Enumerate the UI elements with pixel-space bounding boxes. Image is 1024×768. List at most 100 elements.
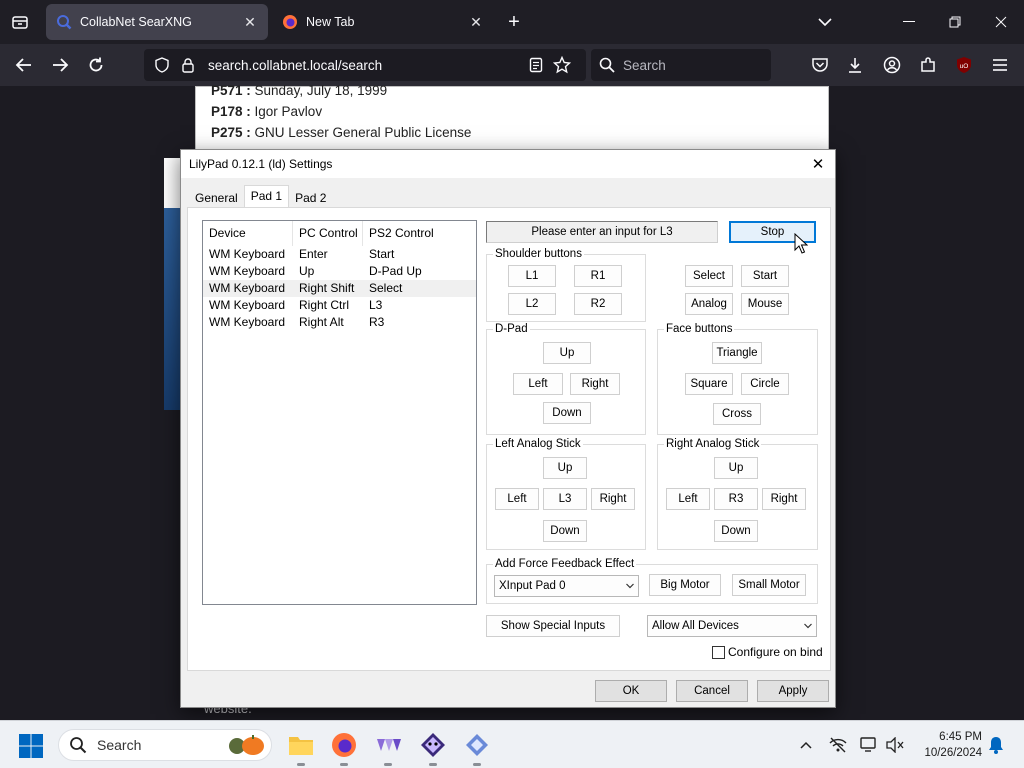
device-filter-select[interactable]: Allow All Devices [647,615,817,637]
left-stick-down-button[interactable]: Down [543,520,587,542]
mouse-button[interactable]: Mouse [741,293,789,315]
dpad-up-button[interactable]: Up [543,342,591,364]
dpad-left-button[interactable]: Left [513,373,563,395]
app-icon-blue-diamond[interactable] [462,730,492,766]
apply-button[interactable]: Apply [757,680,829,702]
firefox-icon[interactable] [329,730,359,766]
volume-muted-icon[interactable] [885,735,905,755]
small-motor-button[interactable]: Small Motor [732,574,806,596]
account-icon[interactable] [879,52,905,78]
list-item[interactable]: WM Keyboard Up D-Pad Up [203,263,476,280]
column-pc-control[interactable]: PC Control [293,221,363,246]
tab-pad-1[interactable]: Pad 1 [243,185,290,207]
r1-button[interactable]: R1 [574,265,622,287]
column-ps2-control[interactable]: PS2 Control [363,221,473,246]
cell-pc-control: Up [299,264,315,278]
show-special-inputs-button[interactable]: Show Special Inputs [486,615,620,637]
forward-arrow-icon[interactable] [47,52,73,78]
r2-button[interactable]: R2 [574,293,622,315]
cell-device: WM Keyboard [209,298,286,312]
minimize-icon[interactable] [886,0,932,44]
running-indicator [297,763,305,766]
system-clock[interactable]: 6:45 PM 10/26/2024 [912,729,982,761]
dialog-title-bar[interactable]: LilyPad 0.12.1 (ld) Settings ✕ [181,150,835,178]
pocket-icon[interactable] [807,52,833,78]
right-stick-down-button[interactable]: Down [714,520,758,542]
shield-icon[interactable] [152,55,172,75]
analog-button[interactable]: Analog [685,293,733,315]
dialog-close-icon[interactable]: ✕ [809,155,827,173]
ok-button[interactable]: OK [595,680,667,702]
column-device[interactable]: Device [203,221,293,246]
tab-general[interactable]: General [189,187,244,207]
display-icon[interactable] [859,735,879,755]
notification-bell-icon[interactable] [986,735,1006,755]
app-icon-purple[interactable] [373,730,403,766]
select-value: Allow All Devices [652,620,739,632]
new-tab-plus-icon[interactable]: + [502,10,526,34]
triangle-button[interactable]: Triangle [712,342,762,364]
bindings-list[interactable]: Device PC Control PS2 Control WM Keyboar… [202,220,477,605]
tab-pad-2[interactable]: Pad 2 [289,187,332,207]
tab-new-tab[interactable]: New Tab ✕ [272,4,494,40]
left-stick-right-button[interactable]: Right [591,488,635,510]
chevron-up-icon[interactable] [796,735,816,755]
bookmark-star-icon[interactable] [552,55,572,75]
ublock-origin-icon[interactable]: uO [951,52,977,78]
list-item[interactable]: WM Keyboard Right Ctrl L3 [203,297,476,314]
left-stick-left-button[interactable]: Left [495,488,539,510]
right-stick-right-button[interactable]: Right [762,488,806,510]
l3-button[interactable]: L3 [543,488,587,510]
cell-ps2-control: L3 [369,298,383,312]
right-stick-up-button[interactable]: Up [714,457,758,479]
network-offline-icon[interactable] [828,735,848,755]
square-button[interactable]: Square [685,373,733,395]
taskbar-search-box[interactable]: Search [58,729,272,761]
tab-close-icon[interactable]: ✕ [468,14,484,30]
url-bar[interactable]: search.collabnet.local/search [144,49,586,81]
tab-list-icon[interactable] [8,10,32,34]
svg-text:uO: uO [960,63,969,70]
back-arrow-icon[interactable] [11,52,37,78]
list-item-selected[interactable]: WM Keyboard Right Shift Select [203,280,476,297]
start-button[interactable]: Start [741,265,789,287]
left-stick-up-button[interactable]: Up [543,457,587,479]
running-indicator [429,763,437,766]
result-line: P178 : Igor Pavlov [211,104,323,119]
force-feedback-device-select[interactable]: XInput Pad 0 [494,575,639,597]
extensions-icon[interactable] [915,52,941,78]
reload-icon[interactable] [83,52,109,78]
dpad-down-button[interactable]: Down [543,402,591,424]
hamburger-menu-icon[interactable] [987,52,1013,78]
pcsx2-icon[interactable] [418,730,448,766]
dpad-right-button[interactable]: Right [570,373,620,395]
l1-button[interactable]: L1 [508,265,556,287]
l2-button[interactable]: L2 [508,293,556,315]
cross-button[interactable]: Cross [713,403,761,425]
window-close-icon[interactable] [978,0,1024,44]
search-bar[interactable]: Search [591,49,771,81]
url-text[interactable]: search.collabnet.local/search [208,58,526,73]
lock-icon[interactable] [178,55,198,75]
search-icon [599,57,615,73]
right-stick-left-button[interactable]: Left [666,488,710,510]
r3-button[interactable]: R3 [714,488,758,510]
windows-start-icon[interactable] [18,733,44,759]
tab-searxng[interactable]: CollabNet SearXNG ✕ [46,4,268,40]
restore-icon[interactable] [932,0,978,44]
list-item[interactable]: WM Keyboard Right Alt R3 [203,314,476,331]
reader-view-icon[interactable] [526,55,546,75]
chevron-down-icon[interactable] [812,10,838,34]
big-motor-button[interactable]: Big Motor [649,574,721,596]
cancel-button[interactable]: Cancel [676,680,748,702]
file-explorer-icon[interactable] [286,730,316,766]
windows-taskbar: Search 6:45 PM 10/26/2024 [0,720,1024,768]
checkbox-box[interactable] [712,645,725,659]
tab-close-icon[interactable]: ✕ [242,14,258,30]
list-item[interactable]: WM Keyboard Enter Start [203,246,476,263]
cell-ps2-control: R3 [369,315,385,329]
circle-button[interactable]: Circle [741,373,789,395]
configure-on-bind-checkbox[interactable]: Configure on bind [712,645,823,659]
downloads-icon[interactable] [842,52,868,78]
select-button[interactable]: Select [685,265,733,287]
